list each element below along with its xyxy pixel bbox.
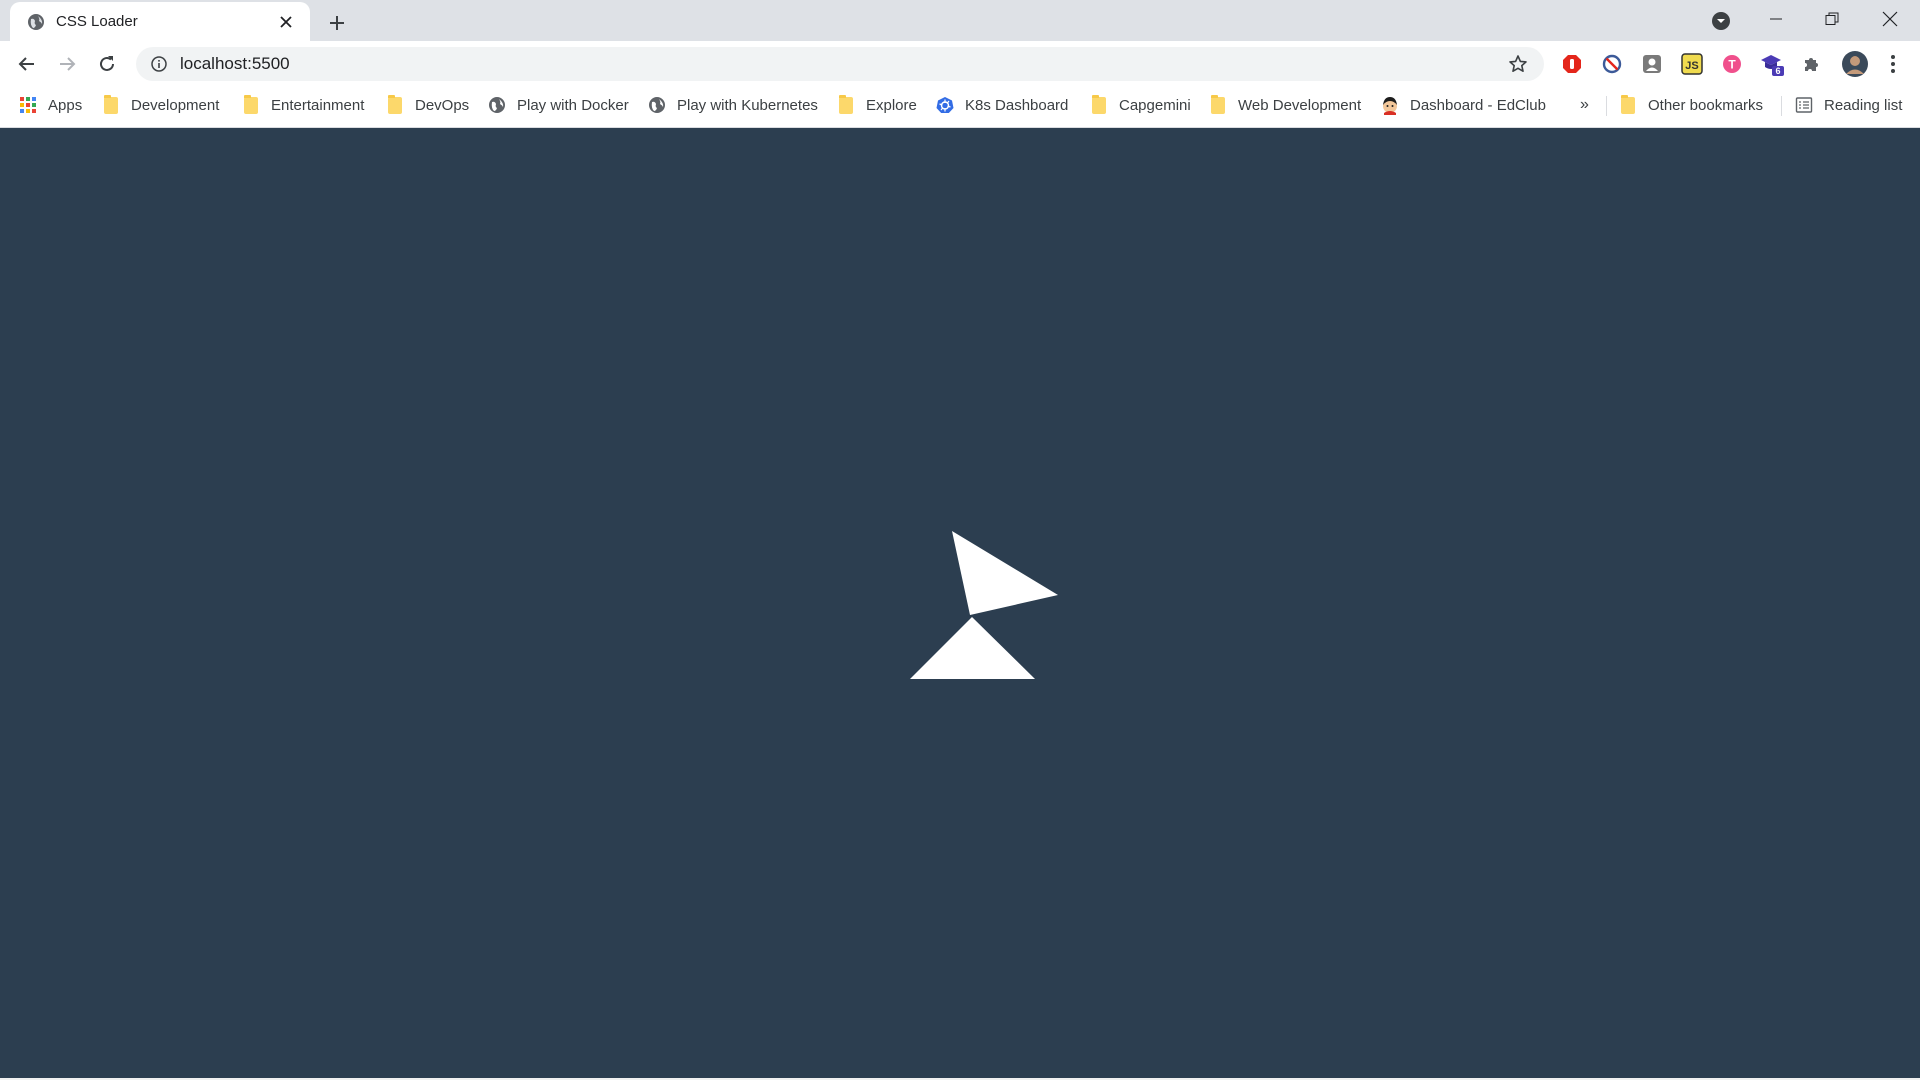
bookmark-capgemini[interactable]: Capgemini [1089,92,1191,118]
address-text[interactable]: localhost:5500 [180,54,1504,74]
restore-button[interactable] [1804,0,1860,38]
restore-icon [1825,12,1839,25]
svg-text:T: T [1728,58,1736,72]
plus-icon [330,16,344,30]
folder-icon [1618,94,1638,115]
bookmarks-bar: Apps Development Entertainment DevOps Pl… [0,87,1920,122]
bookmark-label: Web Development [1238,96,1362,114]
bookmark-divider [1781,96,1782,116]
bookmark-apps[interactable]: Apps [18,92,82,118]
bookmark-web-development[interactable]: Web Development [1208,92,1361,118]
bookmark-label: Capgemini [1119,96,1191,114]
other-bookmarks[interactable]: Other bookmarks [1618,92,1763,118]
css-loader-animation [910,531,1058,679]
minimize-button[interactable] [1748,0,1804,38]
bookmark-divider [1606,96,1607,116]
folder-icon [1089,94,1109,115]
address-bar[interactable]: localhost:5500 [136,47,1544,81]
folder-icon [101,94,121,115]
globe-icon [647,95,667,115]
globe-icon [26,12,46,32]
bookmark-development[interactable]: Development [101,92,219,118]
folder-icon [1208,94,1228,115]
overflow-chevron-icon: » [1580,96,1589,113]
t-extension-icon[interactable]: T [1719,51,1745,77]
bookmark-devops[interactable]: DevOps [385,92,469,118]
bookmark-play-with-kubernetes[interactable]: Play with Kubernetes [647,92,818,118]
svg-text:6: 6 [1775,66,1780,76]
bookmark-label: Play with Docker [517,96,629,114]
apps-grid-icon [18,95,38,115]
bookmark-label: Apps [48,96,83,114]
reload-icon [100,56,114,71]
graduation-cap-icon[interactable]: 6 [1759,51,1785,77]
puzzle-icon[interactable] [1799,51,1825,77]
back-button[interactable] [10,47,44,81]
reading-list-icon [1794,95,1814,115]
bookmark-label: DevOps [415,96,470,114]
tab-title: CSS Loader [56,13,138,30]
bookmark-label: Reading list [1824,96,1903,114]
reading-list[interactable]: Reading list [1794,92,1902,118]
bookmark-label: Dashboard - EdClub [1410,96,1546,114]
bookmark-label: K8s Dashboard [965,96,1069,114]
bookmark-play-with-docker[interactable]: Play with Docker [487,92,629,118]
bookmark-label: Explore [866,96,917,114]
reload-button[interactable] [90,47,124,81]
bookmark-star-icon[interactable] [1504,50,1532,78]
edclub-icon [1380,95,1400,115]
bookmarks-overflow-chevron[interactable]: » [1580,92,1589,118]
chevron-down-circle-icon [1712,12,1730,30]
loader-triangle-bottom [910,617,1035,679]
folder-icon [241,94,261,115]
tab-close-icon[interactable] [274,10,298,34]
bookmark-label: Development [131,96,220,114]
tab-strip: CSS Loader [0,0,1920,41]
new-tab-button[interactable] [322,8,352,38]
folder-icon [385,94,405,115]
profile-avatar[interactable] [1840,49,1870,79]
info-icon[interactable] [148,53,170,75]
kubernetes-icon [935,95,955,115]
js-extension-icon[interactable]: JS [1679,51,1705,77]
tab-search-button[interactable] [1708,8,1734,34]
portrait-extension-icon[interactable] [1639,51,1665,77]
bookmark-explore[interactable]: Explore [836,92,917,118]
globe-icon [487,95,507,115]
browser-toolbar: localhost:5500 JS T 6 [0,41,1920,87]
arrow-right-icon [60,57,76,71]
bookmark-entertainment[interactable]: Entertainment [241,92,364,118]
browser-tab-active[interactable]: CSS Loader [10,2,310,41]
folder-icon [836,94,856,115]
block-icon[interactable] [1599,51,1625,77]
bookmark-label: Entertainment [271,96,365,114]
arrow-left-icon [18,57,34,71]
menu-dots-icon[interactable] [1880,51,1906,77]
bookmark-dashboard-edclub[interactable]: Dashboard - EdClub [1380,92,1546,118]
forward-button[interactable] [50,47,84,81]
bookmark-label: Play with Kubernetes [677,96,818,114]
bookmark-label: Other bookmarks [1648,96,1764,114]
page-viewport [0,128,1920,1078]
adblock-icon[interactable] [1559,51,1585,77]
svg-text:JS: JS [1685,60,1698,72]
bookmark-k8s-dashboard[interactable]: K8s Dashboard [935,92,1068,118]
close-window-button[interactable] [1862,0,1918,38]
close-icon [1882,11,1898,27]
loader-triangle-top [952,531,1058,615]
minimize-icon [1770,18,1782,20]
